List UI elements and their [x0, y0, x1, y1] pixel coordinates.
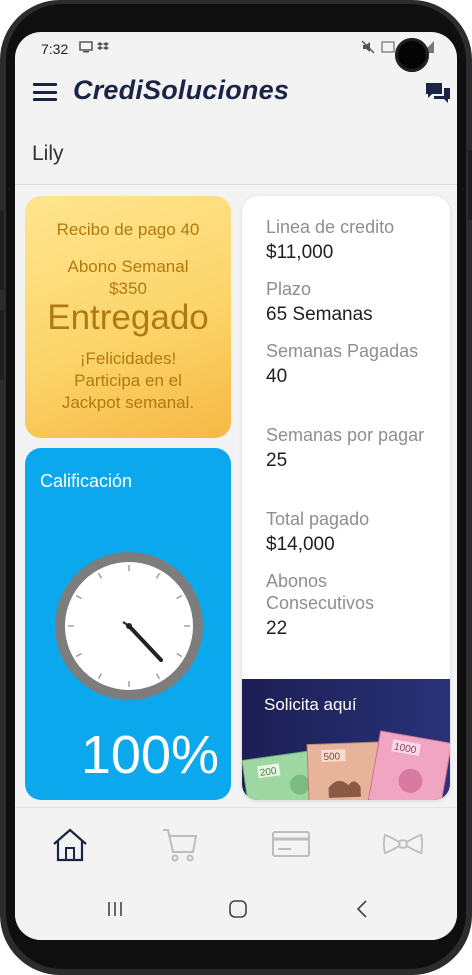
money-bills-icon: 200 500 1000: [242, 730, 450, 800]
hamburger-menu-icon[interactable]: [33, 83, 57, 101]
stat-value: 40: [266, 366, 288, 387]
congrats-text: ¡Felicidades!: [79, 349, 177, 368]
power-button: [468, 150, 472, 220]
status-time: 7:32: [41, 41, 69, 57]
back-icon[interactable]: [351, 897, 375, 921]
request-credit-banner[interactable]: Solicita aquí 200 500 1000: [242, 679, 450, 800]
status-bar: 7:32: [15, 32, 457, 72]
stat-label: Linea de credito: [266, 217, 395, 237]
payment-receipt-card[interactable]: Recibo de pago 40 Abono Semanal $350 Ent…: [25, 196, 231, 438]
cast-icon: [79, 41, 93, 53]
stat-label: Total pagado: [266, 509, 370, 529]
rating-card[interactable]: Calificación 100%: [25, 448, 231, 800]
stat-label: Abonos Consecutivos: [266, 571, 375, 613]
home-icon[interactable]: [50, 824, 90, 864]
screen: 7:32 CrediSoluciones Lily Recibo de pago…: [15, 32, 457, 940]
jackpot-text-1: Participa en el: [74, 371, 182, 390]
request-credit-label: Solicita aquí: [264, 695, 357, 714]
stat-total-paid: Total pagado $14,000: [266, 508, 436, 556]
mute-icon: [361, 40, 375, 54]
volume-button: [0, 210, 4, 290]
divider: [15, 184, 457, 185]
bowtie-icon[interactable]: [383, 824, 423, 864]
bottom-navigation: [15, 807, 457, 878]
phone-frame: 7:32 CrediSoluciones Lily Recibo de pago…: [0, 0, 472, 975]
chat-icon[interactable]: [425, 82, 451, 104]
stat-value: $11,000: [266, 242, 334, 263]
rating-value: 100%: [80, 725, 219, 785]
home-button-icon[interactable]: [226, 897, 250, 921]
credit-summary-card: Linea de credito $11,000 Plazo 65 Semana…: [242, 196, 450, 800]
receipt-number: Recibo de pago 40: [56, 220, 200, 239]
user-name: Lily: [32, 142, 64, 165]
stat-weeks-paid: Semanas Pagadas 40: [266, 340, 436, 388]
clock-gauge-icon: [55, 552, 203, 700]
payment-status: Entregado: [47, 298, 209, 337]
credit-card-icon[interactable]: [271, 824, 311, 864]
stat-credit-line: Linea de credito $11,000: [266, 216, 436, 264]
dropbox-icon: [97, 42, 109, 50]
stat-label: Semanas Pagadas: [266, 341, 419, 361]
jackpot-text-2: Jackpot semanal.: [61, 393, 195, 412]
app-bar: CrediSoluciones: [15, 66, 457, 118]
stat-label: Semanas por pagar: [266, 425, 425, 445]
stat-value: 22: [266, 618, 288, 639]
weekly-payment-label: Abono Semanal: [67, 257, 189, 276]
system-navigation-bar: [15, 877, 457, 940]
stat-value: $14,000: [266, 534, 335, 555]
stat-value: 65 Semanas: [266, 304, 373, 325]
app-title: CrediSoluciones: [73, 75, 290, 105]
stat-weeks-remaining: Semanas por pagar 25: [266, 424, 436, 472]
stat-consecutive-payments: Abonos Consecutivos 22: [266, 570, 436, 640]
stat-label: Plazo: [266, 279, 312, 299]
bill-500-label: 500: [323, 751, 340, 763]
weekly-payment-amount: $350: [109, 279, 147, 298]
stat-value: 25: [266, 450, 288, 471]
stat-term: Plazo 65 Semanas: [266, 278, 436, 326]
recent-apps-icon[interactable]: [103, 897, 127, 921]
bixby-button: [0, 310, 4, 380]
rating-title: Calificación: [40, 471, 133, 491]
cart-icon[interactable]: [160, 824, 200, 864]
volte-icon: [381, 41, 395, 53]
